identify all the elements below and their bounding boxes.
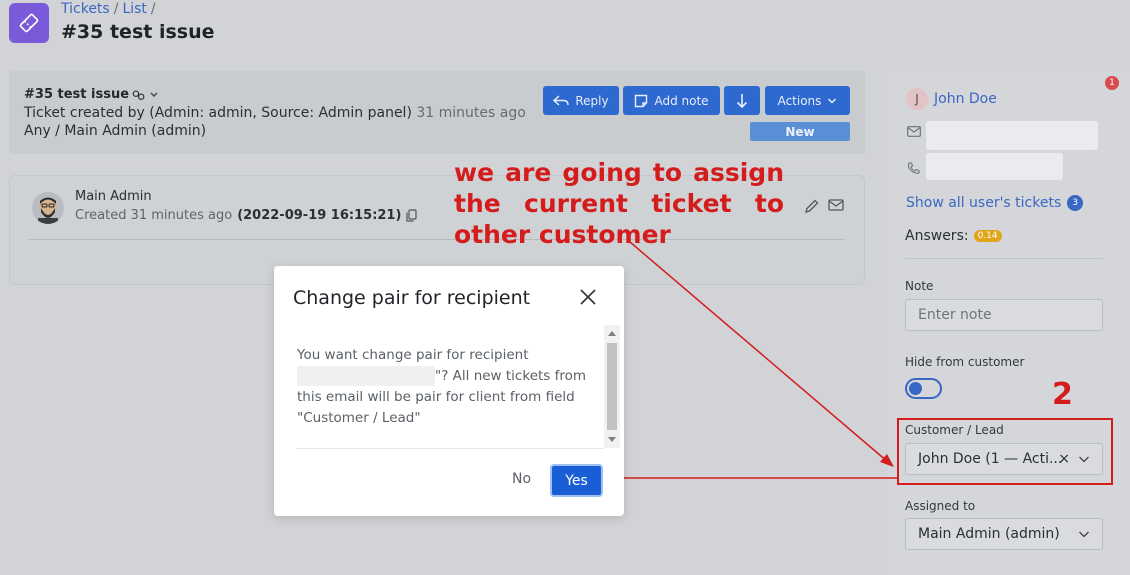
modal-scrollbar[interactable] xyxy=(604,325,620,448)
yes-button[interactable]: Yes xyxy=(550,464,603,497)
arrow-to-customer-field xyxy=(629,241,889,463)
scroll-thumb[interactable] xyxy=(607,343,617,430)
modal-title: Change pair for recipient xyxy=(293,287,531,309)
modal-divider xyxy=(296,448,604,449)
modal-body-line2: "? All new tickets from xyxy=(435,368,587,384)
scroll-up-icon[interactable] xyxy=(608,331,616,336)
change-pair-modal: Change pair for recipient You want chang… xyxy=(274,266,624,516)
arrowhead-icon xyxy=(880,454,894,467)
modal-body: You want change pair for recipient "? Al… xyxy=(297,345,587,429)
close-icon[interactable] xyxy=(578,287,598,307)
scroll-down-icon[interactable] xyxy=(608,437,616,442)
redacted-recipient xyxy=(297,366,435,386)
modal-body-line1: You want change pair for recipient xyxy=(297,347,529,363)
no-button[interactable]: No xyxy=(512,471,531,487)
modal-body-rest: this email will be pair for client from … xyxy=(297,389,575,426)
